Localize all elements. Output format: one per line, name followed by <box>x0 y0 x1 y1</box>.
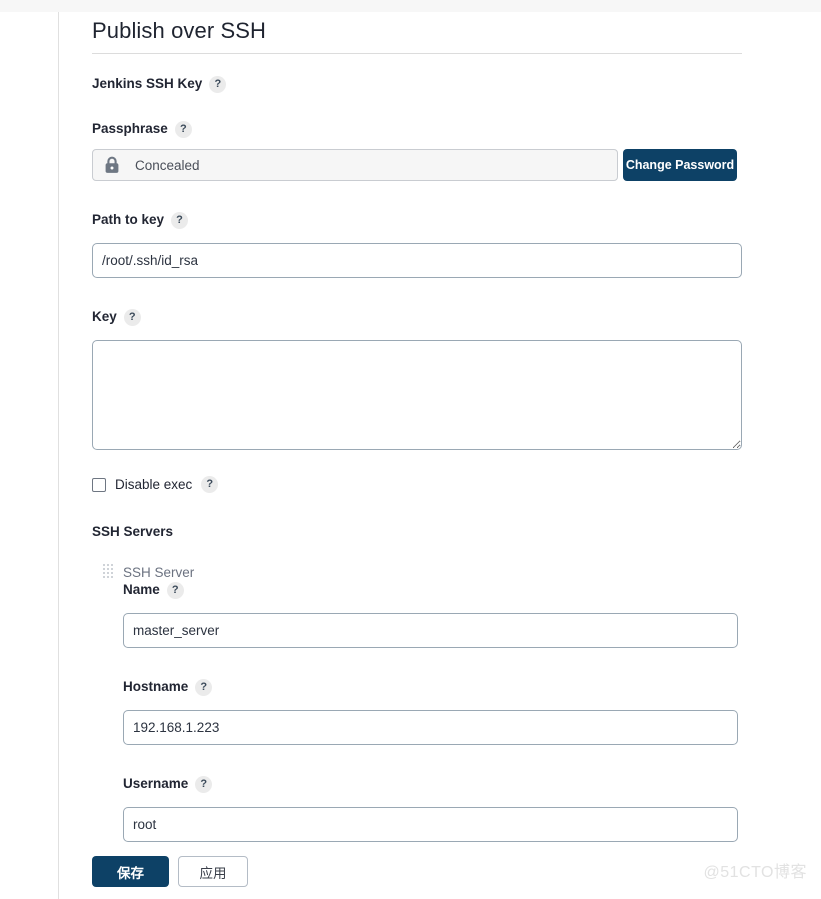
help-icon[interactable]: ? <box>209 75 227 93</box>
page-title: Publish over SSH <box>92 18 267 43</box>
server-name-label: Name ? <box>123 581 821 599</box>
ssh-server-entry-title: SSH Server <box>123 565 195 580</box>
server-username-label: Username ? <box>123 775 821 793</box>
left-sidebar-rail <box>0 12 59 899</box>
drag-handle-icon[interactable] <box>103 564 114 581</box>
jenkins-ssh-key-label-text: Jenkins SSH Key <box>92 76 203 91</box>
help-icon[interactable]: ? <box>195 775 213 793</box>
ssh-server-entry-header: SSH Server <box>103 564 821 581</box>
apply-button[interactable]: 应用 <box>178 856 248 887</box>
path-to-key-label-text: Path to key <box>92 212 165 227</box>
key-textarea[interactable] <box>92 340 742 450</box>
save-button[interactable]: 保存 <box>92 856 169 887</box>
passphrase-row: Concealed Change Password <box>92 149 821 181</box>
top-bar <box>0 0 821 12</box>
passphrase-label: Passphrase ? <box>92 120 821 138</box>
key-label-text: Key <box>92 309 117 324</box>
path-to-key-input[interactable] <box>92 243 742 278</box>
server-hostname-input[interactable] <box>123 710 738 745</box>
passphrase-field[interactable]: Concealed <box>92 149 618 181</box>
key-label: Key ? <box>92 308 821 326</box>
ssh-servers-section-label: SSH Servers <box>92 524 174 539</box>
change-password-button[interactable]: Change Password <box>623 149 737 181</box>
ssh-server-entry-body: Name ? Hostname ? Username ? <box>123 581 821 842</box>
main-content: Publish over SSH Jenkins SSH Key ? Passp… <box>59 12 821 899</box>
passphrase-label-text: Passphrase <box>92 121 168 136</box>
server-username-label-text: Username <box>123 776 189 791</box>
server-hostname-label: Hostname ? <box>123 678 821 696</box>
server-username-input[interactable] <box>123 807 738 842</box>
help-icon[interactable]: ? <box>171 211 189 229</box>
help-icon[interactable]: ? <box>201 476 219 493</box>
server-name-label-text: Name <box>123 582 160 597</box>
server-hostname-label-text: Hostname <box>123 679 189 694</box>
help-icon[interactable]: ? <box>195 678 213 696</box>
passphrase-value: Concealed <box>135 157 200 173</box>
server-name-input[interactable] <box>123 613 738 648</box>
disable-exec-row[interactable]: Disable exec ? <box>92 476 821 493</box>
lock-icon <box>99 152 125 178</box>
watermark: @51CTO博客 <box>703 864 807 881</box>
disable-exec-checkbox[interactable] <box>92 477 106 492</box>
disable-exec-label: Disable exec <box>115 477 193 492</box>
path-to-key-label: Path to key ? <box>92 211 821 229</box>
jenkins-ssh-key-label: Jenkins SSH Key ? <box>92 75 821 93</box>
title-divider <box>92 53 742 54</box>
help-icon[interactable]: ? <box>174 120 192 138</box>
help-icon[interactable]: ? <box>166 581 184 599</box>
help-icon[interactable]: ? <box>123 308 141 326</box>
